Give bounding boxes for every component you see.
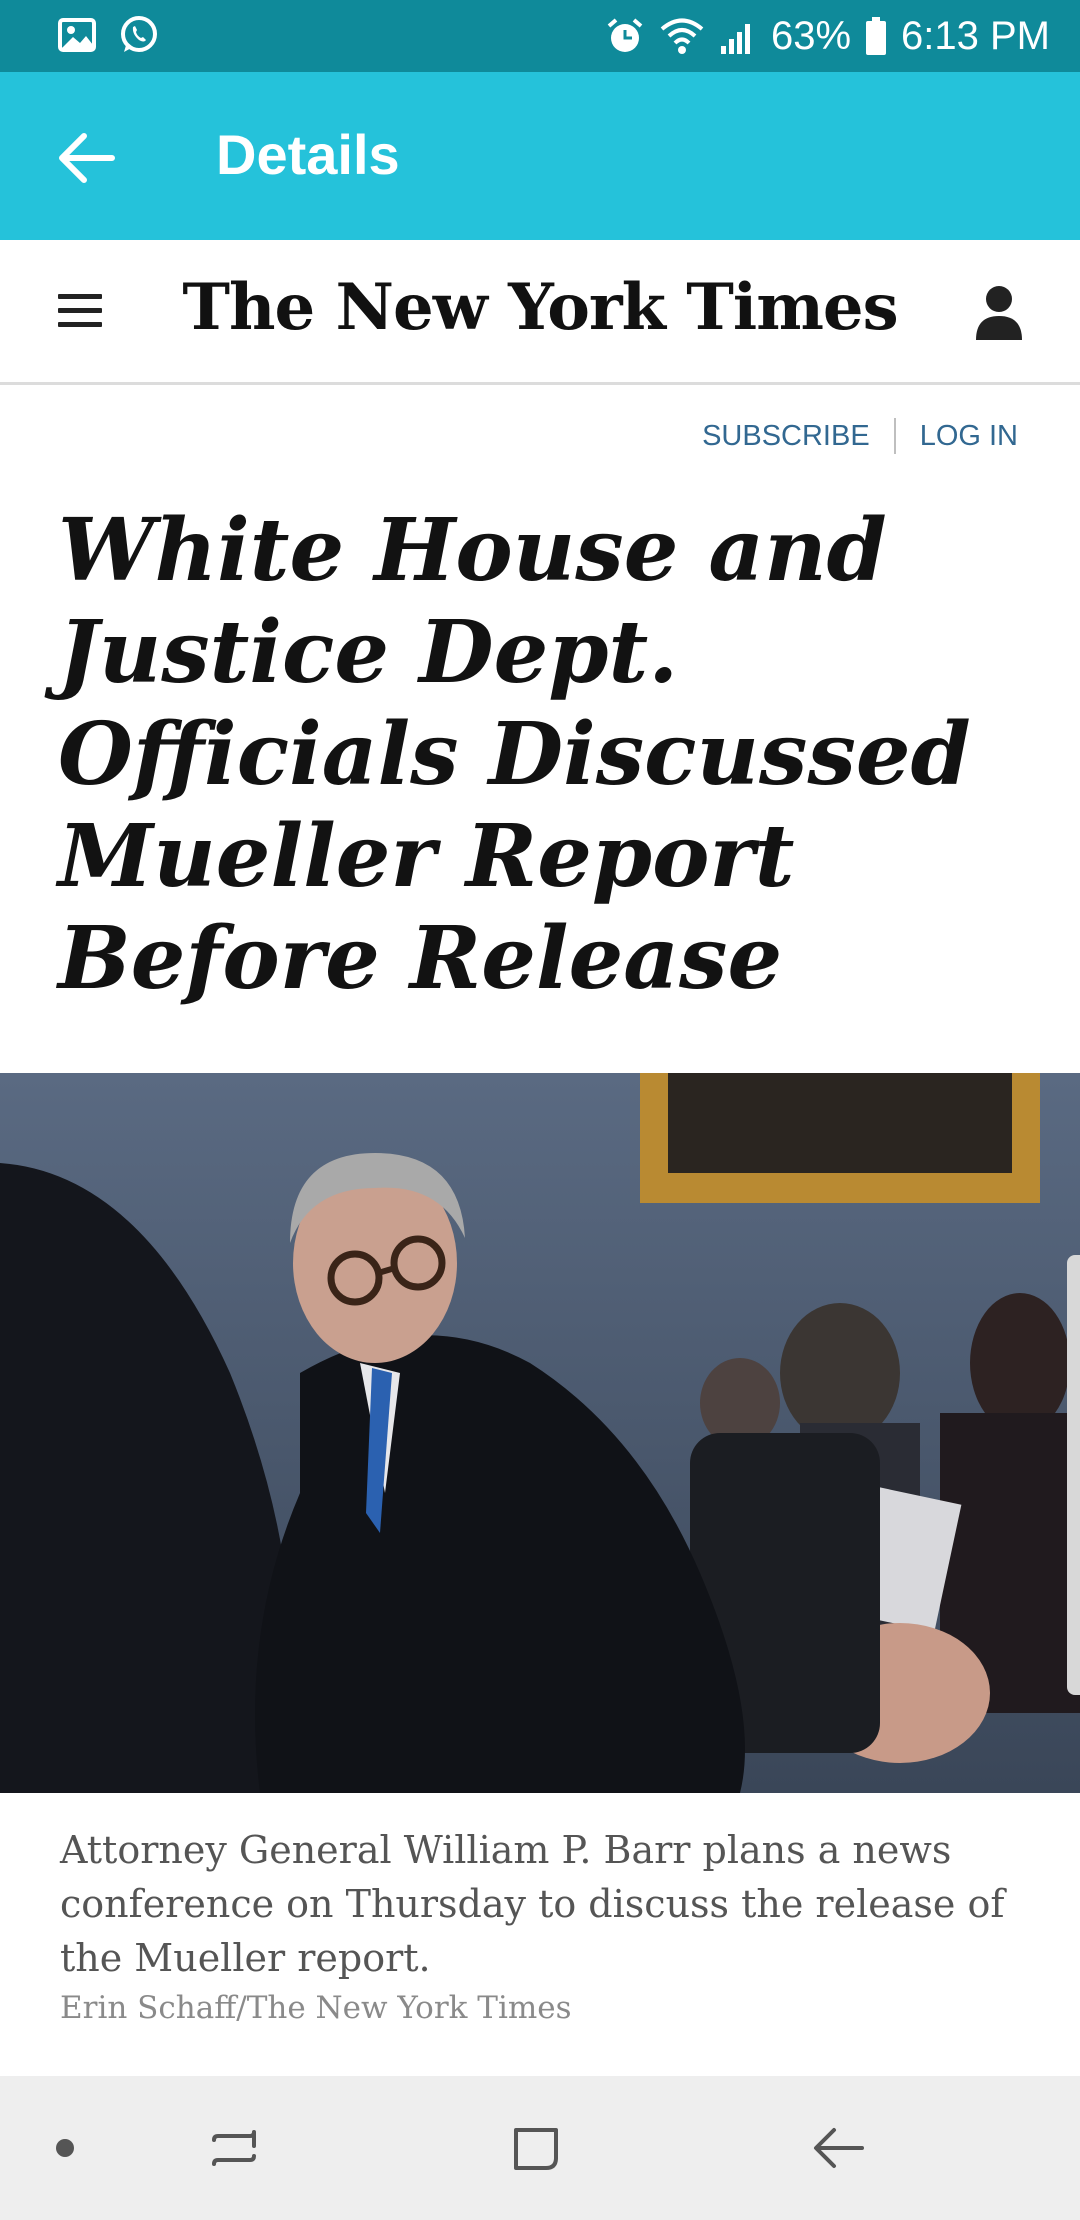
clock: 6:13 PM bbox=[901, 13, 1050, 58]
system-nav-bar bbox=[0, 2076, 1080, 2220]
app-bar-title: Details bbox=[216, 123, 400, 186]
account-icon[interactable] bbox=[972, 284, 1026, 340]
alarm-icon bbox=[607, 18, 643, 52]
article-photo[interactable] bbox=[0, 1073, 1080, 1793]
site-logo[interactable]: The New York Times bbox=[0, 270, 1080, 345]
image-icon bbox=[58, 18, 96, 52]
back-arrow-icon[interactable] bbox=[52, 124, 120, 192]
scrollbar[interactable] bbox=[1067, 1255, 1080, 1695]
whatsapp-icon bbox=[121, 16, 157, 52]
battery-percent: 63% bbox=[770, 13, 852, 58]
home-icon[interactable] bbox=[506, 2118, 566, 2178]
photo-caption: Attorney General William P. Barr plans a… bbox=[60, 1828, 1005, 1980]
divider bbox=[893, 418, 896, 454]
app-bar: Details bbox=[0, 72, 1080, 240]
account-links: SUBSCRIBE LOG IN bbox=[702, 418, 1018, 454]
nav-dot-icon[interactable] bbox=[56, 2139, 74, 2157]
back-icon[interactable] bbox=[808, 2118, 868, 2178]
subscribe-link[interactable]: SUBSCRIBE bbox=[702, 420, 870, 453]
recents-icon[interactable] bbox=[204, 2118, 264, 2178]
article-headline: White House and Justice Dept. Officials … bbox=[58, 500, 971, 1009]
site-header: The New York Times bbox=[0, 240, 1080, 385]
photo-illustration bbox=[0, 1073, 1080, 1793]
status-bar: 63% 6:13 PM bbox=[0, 0, 1080, 72]
login-link[interactable]: LOG IN bbox=[920, 420, 1018, 453]
signal-icon bbox=[720, 24, 750, 54]
battery-icon bbox=[866, 17, 887, 55]
wifi-icon bbox=[660, 18, 704, 54]
photo-credit: Erin Schaff/The New York Times bbox=[60, 1990, 572, 2026]
